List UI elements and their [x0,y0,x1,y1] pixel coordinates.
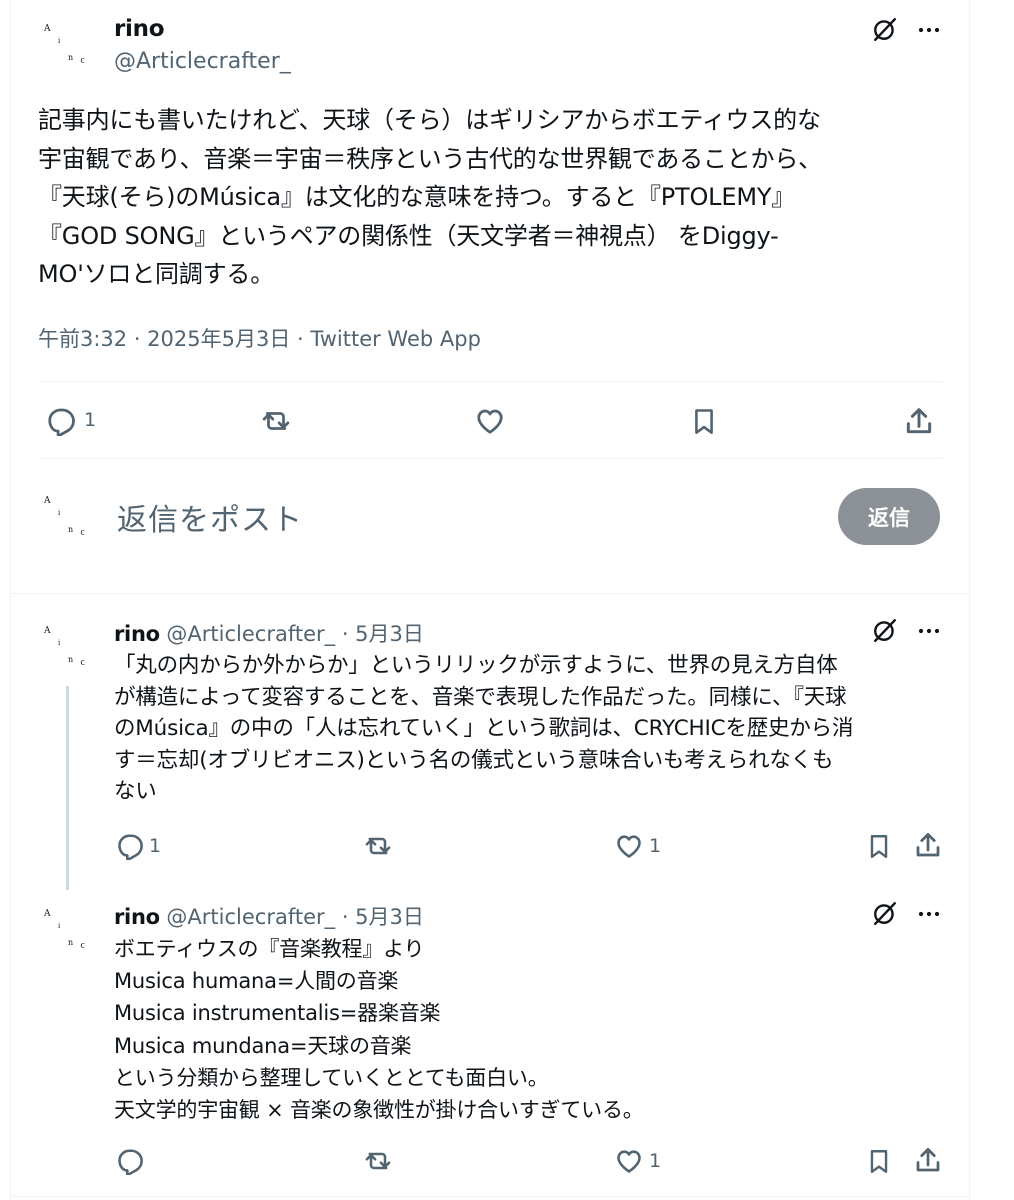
post-meta[interactable]: 午前3:32 · 2025年5月3日 · Twitter Web App [38,323,481,353]
avatar-glyph: i [58,639,61,647]
reply-icon[interactable] [116,832,144,860]
avatar-glyph: ᑦ [80,528,86,542]
reply-icon[interactable] [116,1147,144,1175]
avatar-glyph: ᑦ [80,658,86,672]
author-name[interactable]: rino [114,16,165,42]
avatar-glyph: A [44,24,51,34]
avatar-glyph: A [44,496,51,506]
reply-text: 「丸の内からか外からか」というリリックが示すように、世界の見え方自体 が構造によ… [114,653,854,804]
grok-icon[interactable] [872,16,898,42]
grok-icon[interactable] [872,900,898,926]
grok-icon[interactable] [872,617,898,643]
reply-text: ボエティウスの『音楽教程』より Musica humana=人間の音楽 Musi… [114,937,644,1123]
share-icon[interactable] [903,405,935,437]
avatar-glyph: ᑦ [80,56,86,70]
avatar[interactable]: A i n ᑦ [40,905,92,957]
reply-header: rino @Articlecrafter_ · 5月3日 [114,618,424,648]
divider [38,458,943,459]
avatar-glyph: i [58,509,61,517]
author-handle-date[interactable]: @Articlecrafter_ · 5月3日 [166,905,423,929]
repost-icon[interactable] [259,406,293,436]
avatar-glyph: ᑦ [80,941,86,955]
repost-icon[interactable] [362,832,394,860]
avatar-glyph: n [68,53,74,62]
reply-count: 1 [84,409,97,431]
avatar-glyph: n [68,525,74,534]
avatar-glyph: i [58,922,61,930]
share-icon[interactable] [913,830,943,860]
avatar-glyph: n [68,938,74,947]
like-count: 1 [649,835,662,857]
reply-icon[interactable] [46,406,76,436]
more-icon[interactable] [917,619,941,643]
more-icon[interactable] [917,902,941,926]
more-icon[interactable] [917,18,941,42]
divider [10,1196,968,1197]
bookmark-icon[interactable] [690,406,718,436]
divider [10,593,968,594]
avatar[interactable]: A i n ᑦ [40,20,92,72]
divider [38,381,943,382]
avatar-glyph: i [58,37,61,45]
thread-line [66,686,69,890]
avatar[interactable]: A i n ᑦ [40,622,92,674]
like-icon[interactable] [474,406,506,436]
like-count: 1 [649,1150,662,1172]
reply-header: rino @Articlecrafter_ · 5月3日 [114,901,424,931]
avatar-glyph: A [44,626,51,636]
share-icon[interactable] [913,1145,943,1175]
reply-submit-button[interactable]: 返信 [838,488,940,545]
reply-count: 1 [149,835,162,857]
bookmark-icon[interactable] [866,1146,892,1176]
author-handle-date[interactable]: @Articlecrafter_ · 5月3日 [166,622,423,646]
author-name[interactable]: rino [114,622,160,646]
repost-icon[interactable] [362,1147,394,1175]
bookmark-icon[interactable] [866,831,892,861]
like-icon[interactable] [614,832,644,860]
avatar-glyph: n [68,655,74,664]
avatar: A i n ᑦ [40,492,92,544]
like-icon[interactable] [614,1147,644,1175]
reply-composer-input[interactable]: 返信をポスト [117,495,303,539]
post-text: 記事内にも書いたけれど、天球（そら）はギリシアからボエティウス的な 宇宙観であり… [38,106,822,288]
avatar-glyph: A [44,909,51,919]
author-handle[interactable]: @Articlecrafter_ [114,49,291,74]
author-name[interactable]: rino [114,905,160,929]
